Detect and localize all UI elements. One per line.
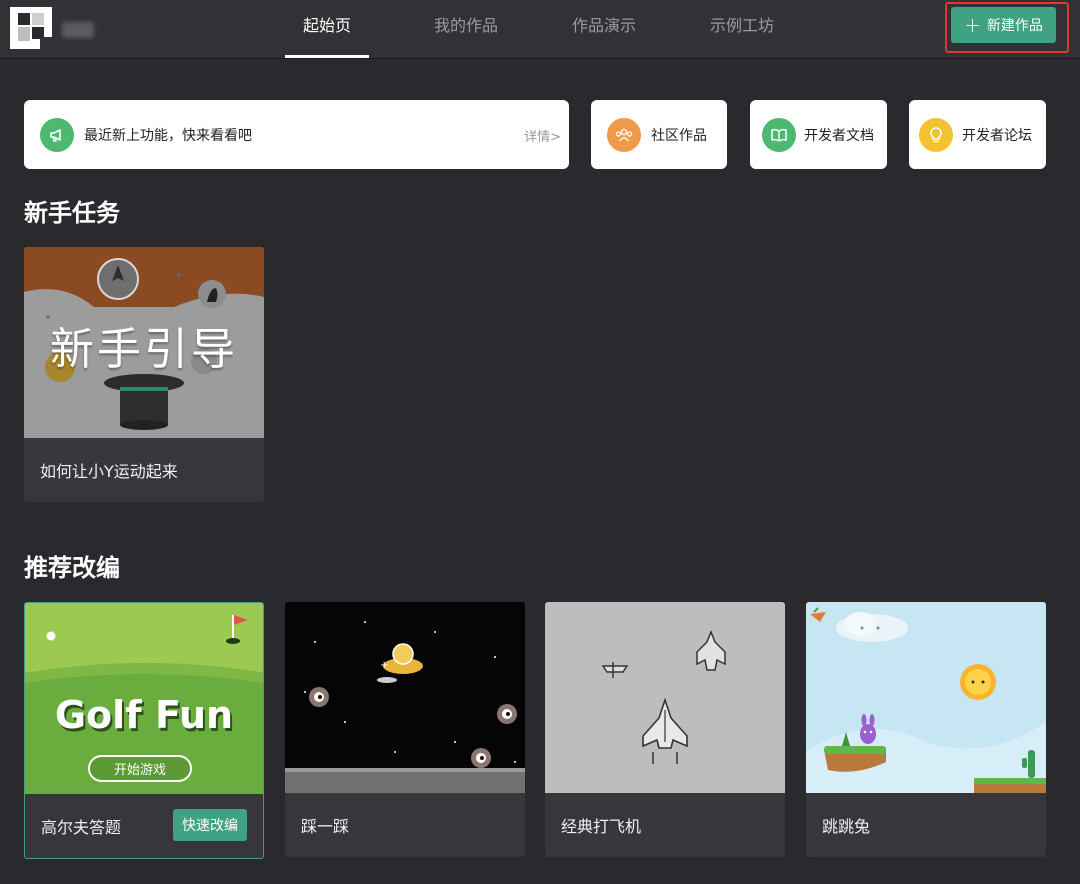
tab-showcase[interactable]: 作品演示 (562, 0, 646, 58)
novice-tasks-heading: 新手任务 (24, 199, 120, 227)
jumping-rabbit-caption: 跳跳兔 (822, 817, 871, 836)
jumping-rabbit-thumbnail (806, 602, 1046, 793)
developer-docs-label: 开发者文档 (804, 127, 874, 144)
megaphone-icon (40, 117, 74, 152)
people-icon (607, 117, 641, 152)
tutorial-caption: 如何让小Y运动起来 (40, 462, 178, 481)
tutorial-thumb-title: 新手引导 (50, 324, 238, 375)
app-logo[interactable] (10, 7, 52, 49)
golf-thumbnail: Golf Fun 开始游戏 (25, 603, 263, 794)
stomp-caption: 踩一踩 (301, 817, 350, 836)
developer-forum-card[interactable]: 开发者论坛 (909, 100, 1046, 169)
golf-quiz-footer: 高尔夫答题 快速改编 (25, 794, 263, 858)
golf-quiz-caption: 高尔夫答题 (41, 818, 122, 837)
news-detail-link[interactable]: 详情> (524, 126, 561, 145)
community-works-card[interactable]: 社区作品 (591, 100, 727, 169)
svg-text:+: + (380, 660, 388, 671)
golf-thumb-title: Golf Fun (54, 693, 234, 737)
quick-remix-button[interactable]: 快速改编 (173, 809, 247, 841)
jumping-rabbit-card[interactable]: 跳跳兔 (806, 602, 1046, 857)
community-works-label: 社区作品 (651, 127, 707, 144)
new-project-button[interactable]: + 新建作品 (951, 7, 1056, 43)
lightbulb-icon (919, 117, 953, 152)
golf-quiz-card[interactable]: Golf Fun 开始游戏 高尔夫答题 快速改编 (24, 602, 264, 859)
classic-plane-card[interactable]: 经典打飞机 (545, 602, 785, 857)
book-icon (762, 117, 796, 152)
tutorial-thumbnail: 新手引导 (24, 247, 264, 438)
golf-start-game-button: 开始游戏 (88, 755, 192, 782)
recommended-heading: 推荐改编 (24, 554, 120, 582)
stomp-card[interactable]: + 踩一踩 (285, 602, 525, 857)
news-text: 最近新上功能，快来看看吧 (84, 127, 252, 144)
classic-plane-thumbnail (545, 602, 785, 793)
news-banner[interactable]: 最近新上功能，快来看看吧 详情> (24, 100, 569, 169)
tab-my-works[interactable]: 我的作品 (424, 0, 508, 58)
top-bar: 起始页 我的作品 作品演示 示例工坊 + 新建作品 (0, 0, 1080, 58)
account-name-blurred (62, 22, 94, 38)
stomp-thumbnail: + (285, 602, 525, 793)
tab-home[interactable]: 起始页 (285, 0, 369, 58)
new-project-label: 新建作品 (986, 18, 1043, 34)
developer-forum-label: 开发者论坛 (962, 127, 1032, 144)
tab-examples[interactable]: 示例工坊 (700, 0, 784, 58)
tutorial-card[interactable]: 新手引导 如何让小Y运动起来 (24, 247, 264, 502)
developer-docs-card[interactable]: 开发者文档 (750, 100, 887, 169)
plus-icon: + (964, 13, 981, 37)
classic-plane-caption: 经典打飞机 (561, 817, 642, 836)
